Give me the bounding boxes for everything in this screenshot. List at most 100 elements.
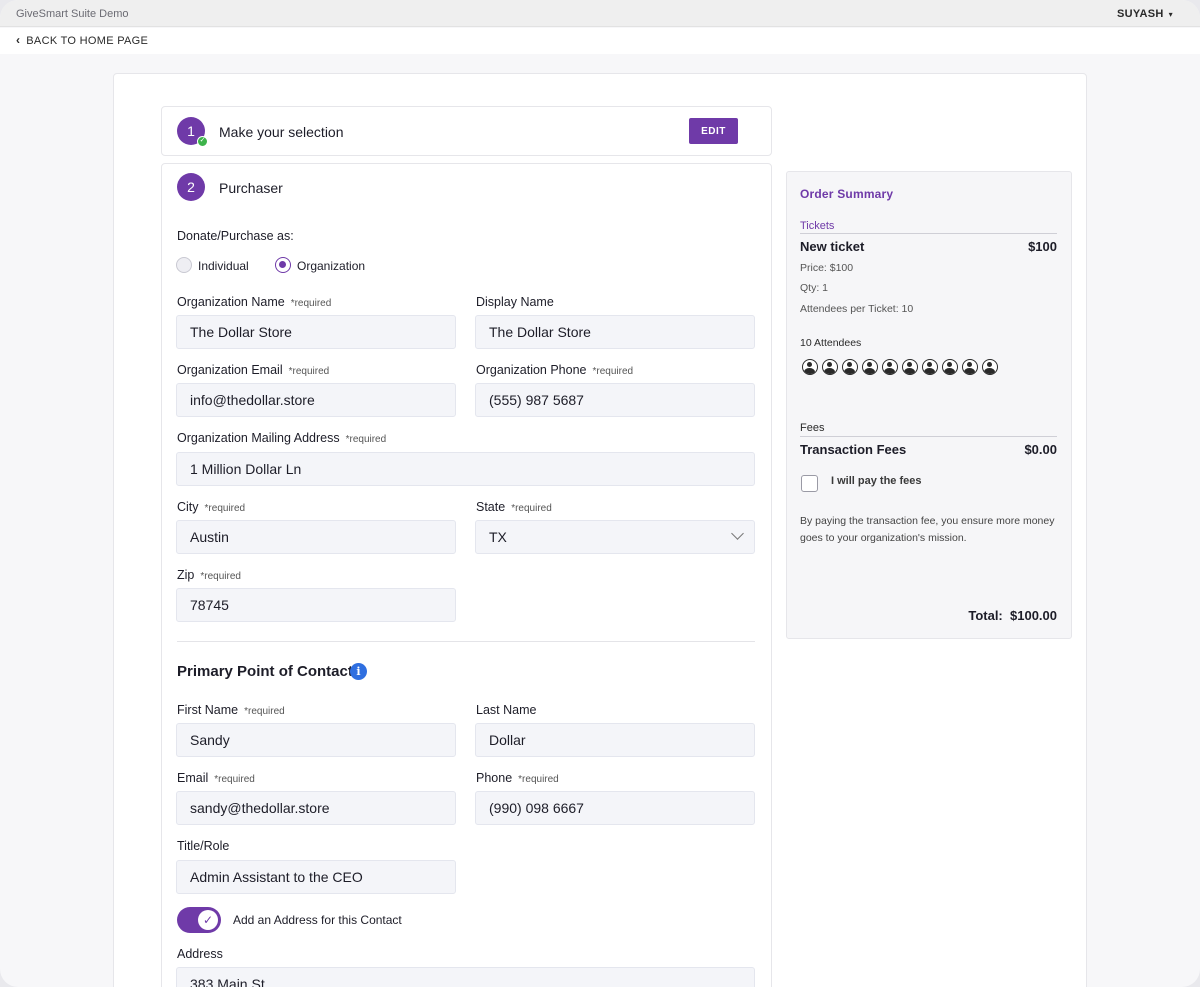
attendee-icon: [882, 359, 898, 375]
title-role-input[interactable]: Admin Assistant to the CEO: [176, 860, 456, 894]
first-name-label: First Name *required: [177, 703, 285, 717]
contact-phone-input[interactable]: (990) 098 6667: [475, 791, 755, 825]
org-phone-input[interactable]: (555) 987 5687: [475, 383, 755, 417]
attendees-per-ticket: Attendees per Ticket: 10: [800, 303, 914, 315]
fees-divider: [800, 436, 1057, 437]
pay-fees-checkbox[interactable]: [801, 475, 818, 492]
back-to-home-link[interactable]: ‹ BACK TO HOME PAGE: [16, 33, 148, 47]
required-tag: *required: [204, 503, 246, 514]
total-label: Total:: [968, 608, 1003, 623]
attendee-icon: [922, 359, 938, 375]
required-tag: *required: [244, 706, 285, 717]
state-value: TX: [489, 529, 507, 545]
required-tag: *required: [511, 503, 552, 514]
back-label: BACK TO HOME PAGE: [26, 35, 149, 47]
required-tag: *required: [214, 774, 255, 785]
required-tag: *required: [518, 774, 559, 785]
app-window: GiveSmart Suite Demo SUYASH ▾ ‹ BACK TO HO…: [0, 0, 1200, 987]
org-name-label: Organization Name *required: [177, 295, 331, 309]
add-address-label: Add an Address for this Contact: [233, 913, 402, 927]
attendees-count: 10 Attendees: [800, 337, 862, 349]
first-name-input[interactable]: Sandy: [176, 723, 456, 757]
org-email-label-text: Organization Email: [177, 363, 283, 377]
attendee-icons: [802, 359, 998, 375]
contact-email-label-text: Email: [177, 771, 209, 785]
back-bar: ‹ BACK TO HOME PAGE: [0, 28, 1200, 54]
city-input[interactable]: Austin: [176, 520, 456, 554]
title-role-label: Title/Role: [177, 839, 230, 853]
check-icon: ✓: [197, 136, 208, 147]
contact-email-label: Email *required: [177, 771, 255, 785]
chevron-left-icon: ‹: [16, 33, 21, 47]
zip-label-text: Zip: [177, 568, 195, 582]
contact-address-label: Address: [177, 947, 223, 961]
chevron-down-icon: [731, 527, 744, 540]
user-menu[interactable]: SUYASH ▾: [1117, 8, 1173, 20]
contact-section-title: Primary Point of Contact: [177, 663, 353, 680]
last-name-input[interactable]: Dollar: [475, 723, 755, 757]
section-divider: [177, 641, 755, 642]
fee-name: Transaction Fees: [800, 442, 907, 457]
first-name-label-text: First Name: [177, 703, 239, 717]
contact-phone-label-text: Phone: [476, 771, 513, 785]
ticket-name: New ticket: [800, 239, 865, 254]
org-address-input[interactable]: 1 Million Dollar Ln: [176, 452, 755, 486]
last-name-label: Last Name: [476, 703, 537, 717]
edit-button[interactable]: EDIT: [689, 118, 738, 144]
attendee-icon: [802, 359, 818, 375]
add-address-toggle[interactable]: ✓: [177, 907, 221, 933]
radio-organization[interactable]: [275, 257, 291, 273]
tickets-divider: [800, 233, 1057, 234]
donate-as-label: Donate/Purchase as:: [177, 229, 294, 243]
order-summary: Order Summary Tickets New ticket $100 Pr…: [786, 171, 1072, 639]
step-2-badge: 2: [177, 173, 205, 201]
city-label: City *required: [177, 500, 245, 514]
fee-note: By paying the transaction fee, you ensur…: [800, 515, 1055, 544]
ticket-amount: $100: [1028, 239, 1057, 254]
required-tag: *required: [200, 571, 241, 582]
state-label: State *required: [476, 500, 552, 514]
radio-organization-label: Organization: [297, 259, 366, 273]
pay-fees-label: I will pay the fees: [831, 475, 922, 487]
total-amount: $100.00: [1010, 608, 1057, 623]
display-name-input[interactable]: The Dollar Store: [475, 315, 755, 349]
org-address-label-text: Organization Mailing Address: [177, 431, 340, 445]
check-icon: ✓: [198, 910, 218, 930]
contact-email-input[interactable]: sandy@thedollar.store: [176, 791, 456, 825]
ticket-price: Price: $100: [800, 262, 854, 274]
org-name-label-text: Organization Name: [177, 295, 285, 309]
zip-label: Zip *required: [177, 568, 241, 582]
fee-amount: $0.00: [1024, 442, 1057, 457]
org-phone-label-text: Organization Phone: [476, 363, 587, 377]
ticket-qty: Qty: 1: [800, 282, 829, 294]
display-name-label: Display Name: [476, 295, 554, 309]
contact-address-input[interactable]: 383 Main St: [176, 967, 755, 987]
attendee-icon: [902, 359, 918, 375]
step-1-title: Make your selection: [219, 124, 344, 140]
org-email-label: Organization Email *required: [177, 363, 329, 377]
zip-input[interactable]: 78745: [176, 588, 456, 622]
summary-title: Order Summary: [800, 187, 894, 201]
info-icon[interactable]: i: [350, 663, 367, 680]
step-2-title: Purchaser: [219, 180, 283, 196]
attendee-icon: [842, 359, 858, 375]
required-tag: *required: [345, 434, 387, 445]
fees-section-label: Fees: [800, 422, 825, 434]
tickets-section-label: Tickets: [800, 220, 835, 232]
org-email-input[interactable]: info@thedollar.store: [176, 383, 456, 417]
radio-individual[interactable]: [176, 257, 192, 273]
state-select[interactable]: TX: [475, 520, 755, 554]
org-name-input[interactable]: The Dollar Store: [176, 315, 456, 349]
top-bar: GiveSmart Suite Demo SUYASH ▾: [0, 0, 1200, 27]
attendee-icon: [862, 359, 878, 375]
app-title: GiveSmart Suite Demo: [16, 8, 129, 20]
attendee-icon: [942, 359, 958, 375]
step-1-number: 1: [187, 123, 195, 139]
org-phone-label: Organization Phone *required: [476, 363, 633, 377]
attendee-icon: [822, 359, 838, 375]
contact-phone-label: Phone *required: [476, 771, 559, 785]
user-name: SUYASH: [1117, 8, 1164, 20]
org-address-label: Organization Mailing Address *required: [177, 431, 386, 445]
step-2-number: 2: [187, 179, 195, 195]
attendee-icon: [962, 359, 978, 375]
